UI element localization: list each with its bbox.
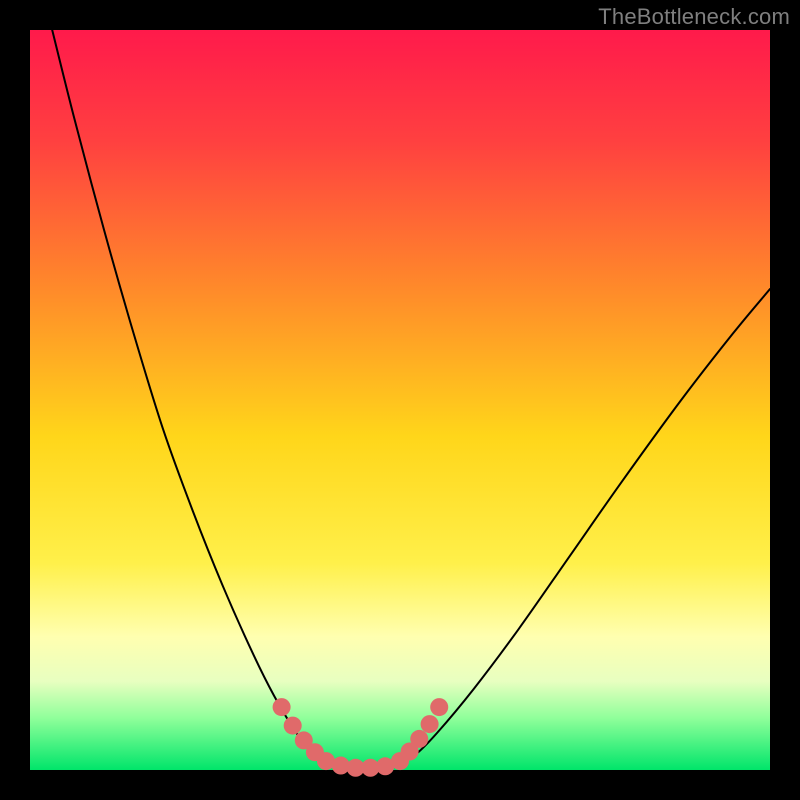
plot-background	[30, 30, 770, 770]
bottleneck-chart	[0, 0, 800, 800]
chart-stage: TheBottleneck.com	[0, 0, 800, 800]
marker-dot	[430, 698, 448, 716]
marker-dot	[410, 730, 428, 748]
marker-dot	[273, 698, 291, 716]
watermark-text: TheBottleneck.com	[598, 4, 790, 30]
marker-dot	[284, 717, 302, 735]
marker-dot	[421, 715, 439, 733]
